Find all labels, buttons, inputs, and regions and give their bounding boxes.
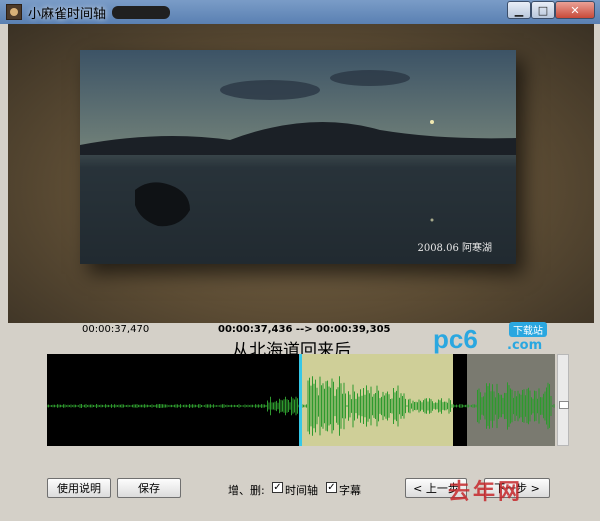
waveform-view[interactable] xyxy=(47,354,555,446)
current-time-label: 00:00:37,470 xyxy=(82,324,150,335)
app-icon xyxy=(6,4,22,20)
window-title: 小麻雀时间轴 xyxy=(28,7,107,22)
help-button[interactable]: 使用说明 xyxy=(47,478,111,498)
logo-main: pc6 xyxy=(433,324,478,354)
watermark: 去年网 xyxy=(448,480,524,505)
subtitle-checkbox[interactable]: ✓ xyxy=(326,482,337,493)
minimize-button[interactable]: ▁ xyxy=(507,1,531,19)
video-preview: 2008.06 阿寒湖 xyxy=(8,24,594,323)
playhead-cursor xyxy=(299,354,302,446)
title-bar: 小麻雀时间轴 ▁ □ ✕ xyxy=(0,0,600,24)
video-frame: 2008.06 阿寒湖 xyxy=(80,50,516,264)
edit-label: 增、删: xyxy=(228,484,265,497)
timeline-checkbox[interactable]: ✓ xyxy=(272,482,283,493)
maximize-button[interactable]: □ xyxy=(531,1,555,19)
close-button[interactable]: ✕ xyxy=(555,1,595,19)
scrollbar-thumb[interactable] xyxy=(559,401,569,409)
photo-caption: 2008.06 阿寒湖 xyxy=(417,243,492,254)
pc6-logo: pc6 下载站 .com xyxy=(433,322,563,356)
subtitle-checkbox-label: 字幕 xyxy=(339,484,361,497)
save-button[interactable]: 保存 xyxy=(117,478,181,498)
waveform-scrollbar[interactable] xyxy=(557,354,569,446)
title-redaction xyxy=(112,6,170,19)
logo-suffix: .com xyxy=(507,338,543,353)
app-window: 小麻雀时间轴 ▁ □ ✕ 2008.06 阿寒湖 00:00:37,470 00… xyxy=(0,0,600,521)
timeline-checkbox-label: 时间轴 xyxy=(285,484,318,497)
logo-badge: 下载站 xyxy=(509,322,547,337)
time-range-label: 00:00:37,436 --> 00:00:39,305 xyxy=(218,324,391,335)
